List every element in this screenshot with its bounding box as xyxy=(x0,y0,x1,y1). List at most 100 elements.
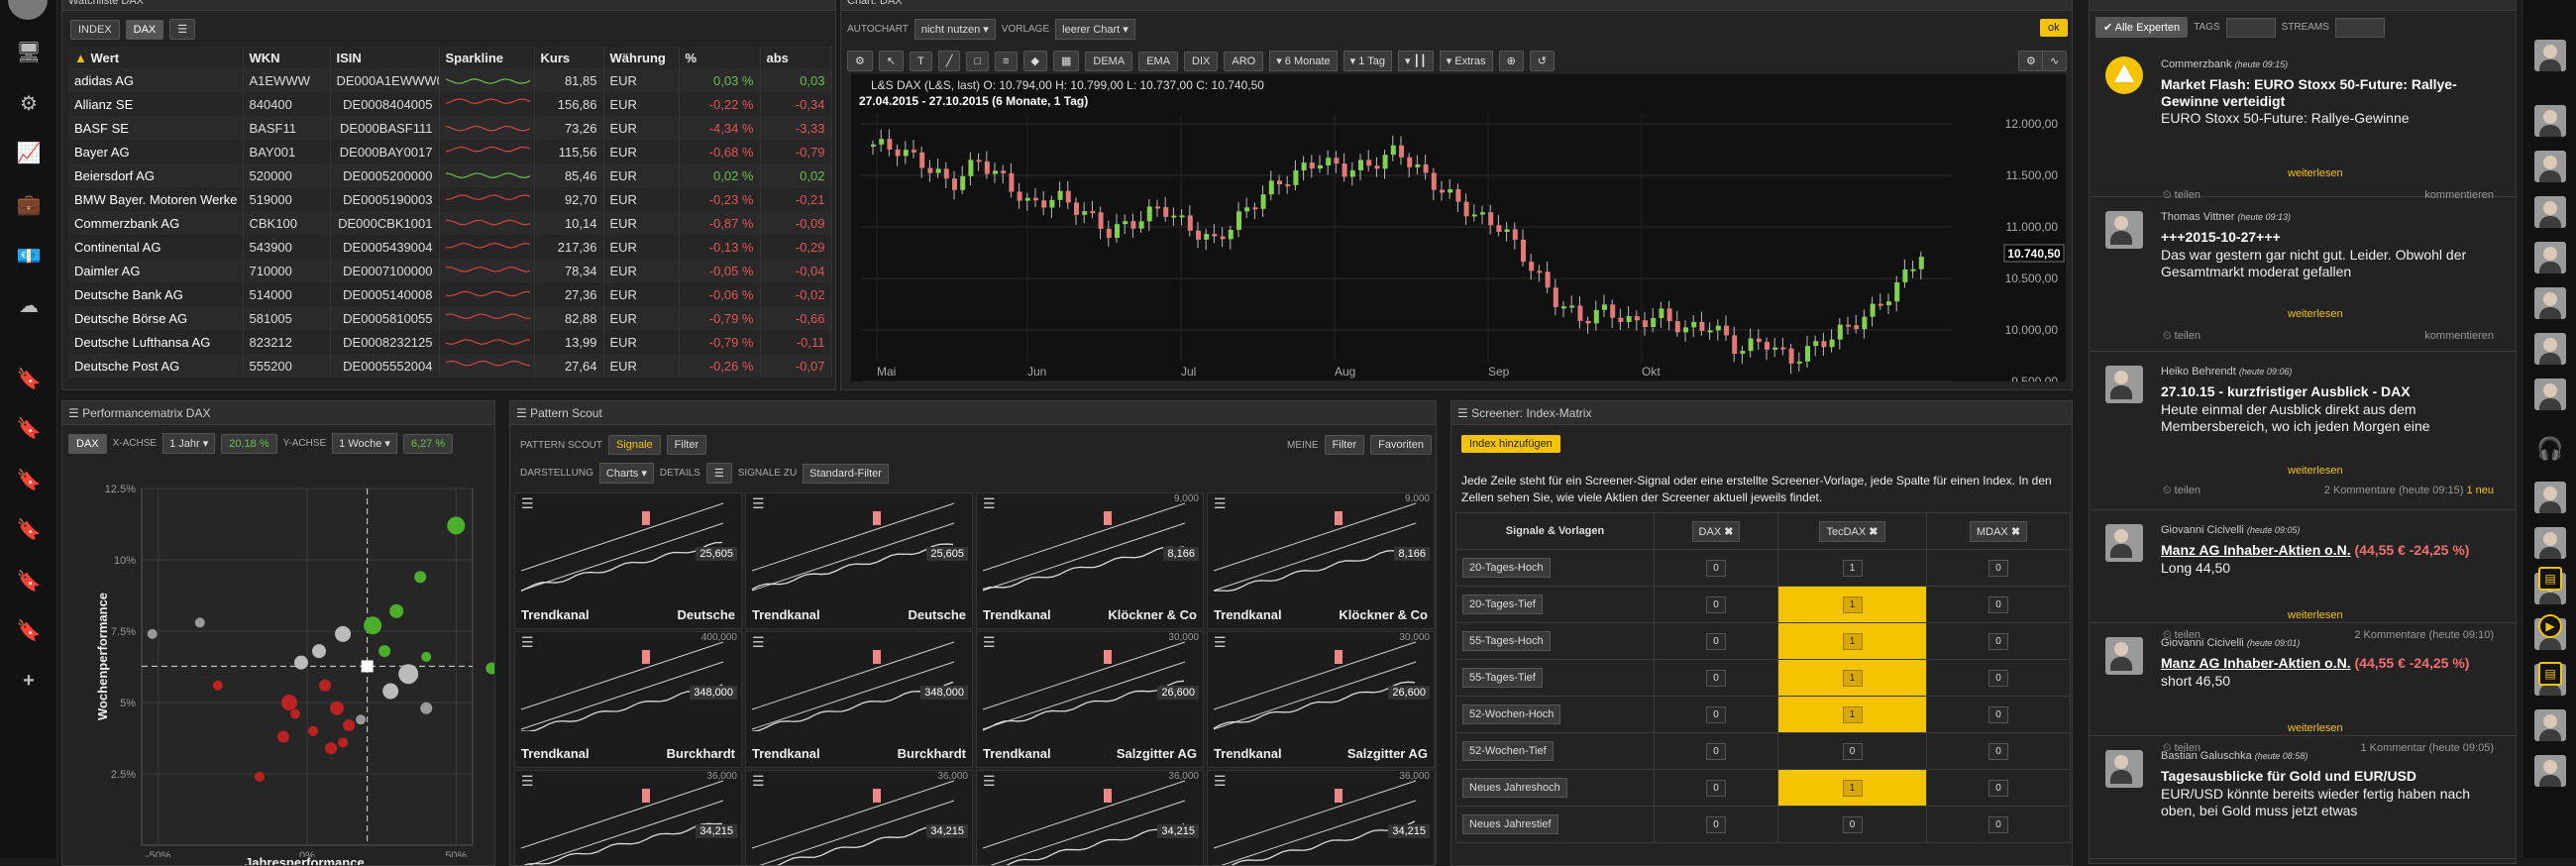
table-row[interactable]: Commerzbank AG CBK100 DE000CBK1001 10,14 EUR… xyxy=(68,211,832,235)
standard-filter-select[interactable]: Standard-Filter xyxy=(803,463,889,484)
author-avatar[interactable] xyxy=(2105,637,2143,675)
news-item[interactable]: Giovanni Cicivelli (heute 09:05) Manz AG … xyxy=(2090,514,2516,641)
signal-name[interactable]: 52-Wochen-Hoch xyxy=(1462,704,1561,724)
news-headline[interactable]: Tagesausblicke für Gold und EUR/USD xyxy=(2161,768,2508,785)
pattern-card[interactable]: ☰ 36,000 34,215 xyxy=(514,770,742,865)
pattern-card[interactable]: ☰ 36,000 34,215 xyxy=(976,770,1204,865)
count-cell[interactable]: 1 xyxy=(1842,779,1863,797)
chart-menu-icon[interactable]: ☰ xyxy=(752,495,765,512)
chart-menu-icon[interactable]: ☰ xyxy=(521,634,534,651)
menu-icon[interactable]: ☰ xyxy=(169,19,196,40)
signal-name[interactable]: Neues Jahrestief xyxy=(1462,814,1558,834)
details-menu-icon[interactable]: ☰ xyxy=(705,463,732,484)
darstellung-select[interactable]: Charts ▾ xyxy=(598,463,654,484)
author-avatar[interactable] xyxy=(2105,366,2143,403)
user-avatar[interactable] xyxy=(8,0,48,20)
index-chip-mdax[interactable]: MDAX ✖ xyxy=(1969,520,2028,542)
comments-link[interactable]: kommentieren xyxy=(2424,189,2494,201)
count-cell[interactable]: 0 xyxy=(1706,779,1726,797)
col-wert[interactable]: ▲ Wert xyxy=(68,47,244,68)
author-avatar[interactable] xyxy=(2105,750,2143,788)
signal-name[interactable]: 52-Wochen-Tief xyxy=(1462,741,1554,761)
count-cell[interactable]: 1 xyxy=(1842,559,1863,577)
chart-menu-icon[interactable]: ☰ xyxy=(521,773,534,790)
meine-filter-button[interactable]: Filter xyxy=(1324,435,1365,455)
col-pct[interactable]: % xyxy=(679,47,761,68)
news-item[interactable]: Commerzbank (heute 09:15) Market Flash: E… xyxy=(2090,49,2516,201)
count-cell[interactable]: 0 xyxy=(1988,742,2008,760)
headset-icon[interactable]: 🎧 xyxy=(2536,436,2564,464)
count-cell[interactable]: 0 xyxy=(1988,705,2008,723)
news-author[interactable]: Thomas Vittner (heute 09:13) xyxy=(2161,211,2291,223)
index-chip-dax[interactable]: DAX ✖ xyxy=(1691,520,1741,542)
bookmark-icon[interactable]: 🔖 xyxy=(14,414,44,444)
count-cell[interactable]: 0 xyxy=(1706,742,1726,760)
news-link[interactable]: Manz AG Inhaber-Aktien o.N. xyxy=(2161,542,2351,558)
comments-link[interactable]: 2 Kommentare (heute 09:15) 1 neu xyxy=(2324,485,2494,496)
col-abs[interactable]: abs xyxy=(760,47,832,68)
table-row[interactable]: BASF SE BASF11 DE000BASF111 73,26 EUR -4,34 %… xyxy=(68,116,832,140)
chart-menu-icon[interactable]: ☰ xyxy=(983,773,996,790)
pattern-card[interactable]: ☰ 9,000 8,166 Trendkanal Klöckner & Co xyxy=(976,492,1204,629)
stock-name[interactable]: Deutsche xyxy=(677,607,735,622)
calendar-icon[interactable]: ▤ xyxy=(2538,662,2562,686)
chart-canvas[interactable]: 12.000,00 11.500,00 11.000,00 10.500,00 10.0… xyxy=(851,74,2066,388)
chart-menu-icon[interactable]: ☰ xyxy=(752,773,765,790)
share-button[interactable]: ⏲ teilen xyxy=(2163,485,2200,497)
perf-index-dax[interactable]: DAX xyxy=(68,433,107,454)
read-more-link[interactable]: weiterlesen xyxy=(2288,308,2343,320)
tool-aro[interactable]: ARO xyxy=(1224,51,1264,71)
pattern-card[interactable]: ☰ 9,000 8,166 Trendkanal Klöckner & Co xyxy=(1207,492,1435,629)
share-button[interactable]: ⏲ teilen xyxy=(2163,330,2200,343)
reset-icon[interactable]: ↺ xyxy=(1529,51,1555,71)
news-item[interactable]: Giovanni Cicivelli (heute 09:01) Manz AG … xyxy=(2090,627,2516,754)
count-cell[interactable]: 0 xyxy=(1988,595,2008,613)
expert-avatar[interactable] xyxy=(2534,379,2566,410)
perf-plot[interactable]: 12.5% 10% 7.5% 5% 2.5% -50% 0% 50% xyxy=(62,461,495,857)
chart-menu-icon[interactable]: ☰ xyxy=(1214,495,1227,512)
author-avatar[interactable] xyxy=(2105,524,2143,562)
expert-avatar[interactable] xyxy=(2534,287,2566,319)
count-cell[interactable]: 1 xyxy=(1842,632,1863,650)
table-row[interactable]: Deutsche Börse AG 581005 DE0005810055 82,88… xyxy=(68,306,832,330)
count-cell[interactable]: 0 xyxy=(1988,632,2008,650)
tags-input[interactable] xyxy=(2225,17,2276,38)
count-cell[interactable]: 0 xyxy=(1706,632,1726,650)
rect-tool-icon[interactable]: □ xyxy=(966,51,990,71)
tab-filter[interactable]: Filter xyxy=(666,435,707,455)
table-row[interactable]: Allianz SE 840400 DE0008404005 156,86 EUR -0,… xyxy=(68,92,832,116)
expert-avatar[interactable] xyxy=(2534,755,2566,787)
news-author[interactable]: Commerzbank (heute 09:15) xyxy=(2161,58,2288,70)
extras-select[interactable]: ▾ Extras xyxy=(1439,51,1493,71)
chart-menu-icon[interactable]: ☰ xyxy=(521,495,534,512)
table-row[interactable]: Deutsche Lufthansa AG 823212 DE0008232125 1… xyxy=(68,330,832,354)
author-avatar[interactable] xyxy=(2105,211,2143,249)
text-tool-icon[interactable]: T xyxy=(910,51,932,71)
col-wkn[interactable]: WKN xyxy=(243,47,331,68)
favoriten-button[interactable]: Favoriten xyxy=(1370,435,1432,455)
bookmark-icon[interactable]: 🔖 xyxy=(14,466,44,495)
pattern-card[interactable]: ☰ 36,000 34,215 xyxy=(1207,770,1435,865)
pattern-card[interactable]: ☰ 36,000 34,215 xyxy=(745,770,973,865)
tab-all-experts[interactable]: ✔ Alle Experten xyxy=(2095,17,2189,38)
close-icon[interactable]: ✖ xyxy=(1724,526,1733,538)
news-item[interactable]: Bastian Galuschka (heute 08:58) Tagesausb… xyxy=(2090,740,2516,859)
count-cell[interactable]: 0 xyxy=(1842,742,1863,760)
read-more-link[interactable]: weiterlesen xyxy=(2288,609,2343,621)
stock-name[interactable]: Klöckner & Co xyxy=(1339,607,1428,622)
period-select[interactable]: ▾ 6 Monate xyxy=(1269,51,1338,71)
chart-wave-icon[interactable]: ∿ xyxy=(2042,51,2068,71)
stock-name[interactable]: Burckhardt xyxy=(667,746,735,761)
streams-input[interactable] xyxy=(2334,17,2385,38)
read-more-link[interactable]: weiterlesen xyxy=(2288,167,2343,179)
signal-name[interactable]: 55-Tages-Tief xyxy=(1462,668,1543,688)
chart-menu-icon[interactable]: ☰ xyxy=(983,495,996,512)
fill-tool-icon[interactable]: ◆ xyxy=(1022,51,1047,71)
candle-type-select[interactable]: ▾ ┃┃ xyxy=(1397,51,1434,71)
signal-name[interactable]: 55-Tages-Hoch xyxy=(1462,631,1551,651)
autochart-select[interactable]: nicht nutzen ▾ xyxy=(913,19,996,40)
bookmark-icon[interactable]: 🔖 xyxy=(14,515,44,545)
play-icon[interactable]: ▶ xyxy=(2538,614,2562,638)
briefcase-icon[interactable]: 💼 xyxy=(14,190,44,220)
stock-name[interactable]: Salzgitter AG xyxy=(1347,746,1428,761)
